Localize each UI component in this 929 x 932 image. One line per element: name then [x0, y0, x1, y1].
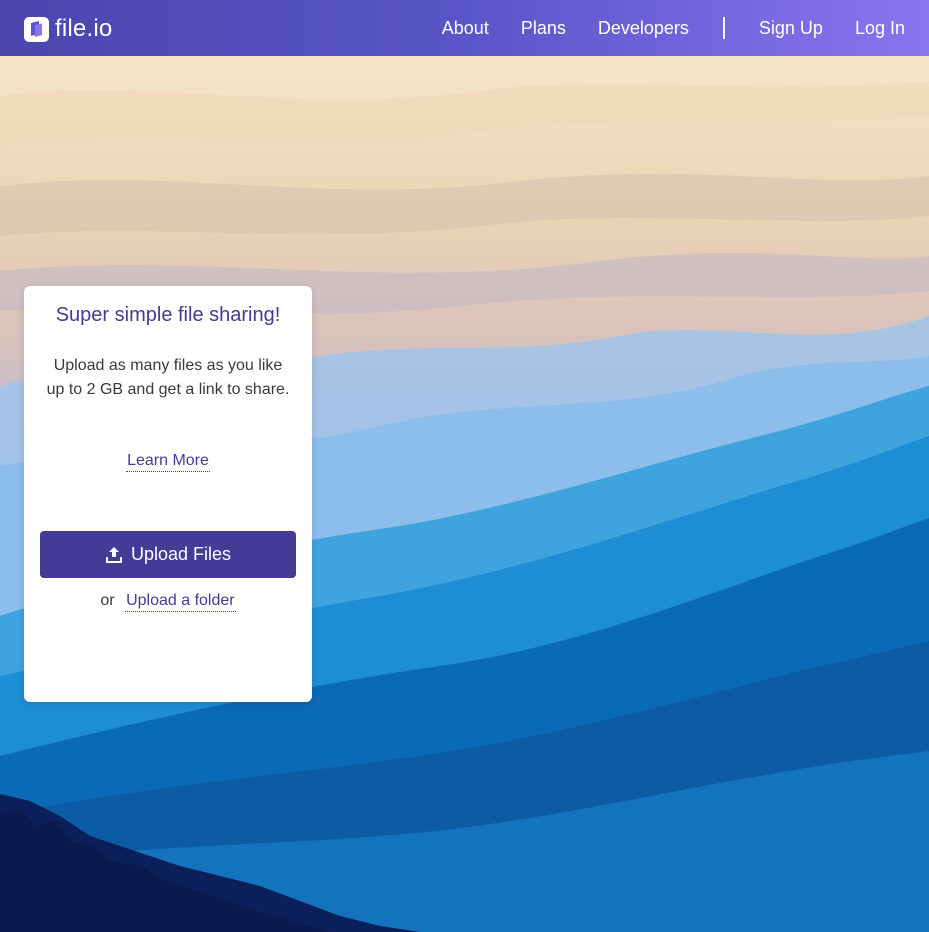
top-navigation-bar: file.io About Plans Developers Sign Up L… [0, 0, 929, 56]
logo-link[interactable]: file.io [24, 16, 112, 42]
upload-icon [105, 546, 122, 563]
card-description: Upload as many files as you like up to 2… [46, 357, 290, 398]
card-title: Super simple file sharing! [55, 304, 281, 326]
logo-text: file.io [55, 15, 113, 42]
learn-more-link[interactable]: Learn More [126, 452, 210, 472]
nav-log-in-link[interactable]: Log In [855, 18, 905, 39]
upload-files-button[interactable]: Upload Files [40, 531, 296, 578]
upload-folder-link[interactable]: Upload a folder [125, 592, 236, 612]
nav-divider [722, 17, 725, 39]
upload-files-label: Upload Files [130, 544, 232, 564]
upload-card: Super simple file sharing! Upload as man… [24, 286, 312, 702]
upload-folder-line: or Upload a folder [24, 592, 312, 612]
main-nav: About Plans Developers Sign Up Log In [442, 0, 905, 56]
nav-sign-up-link[interactable]: Sign Up [759, 18, 823, 39]
nav-about-link[interactable]: About [442, 18, 489, 39]
learn-more-container: Learn More [24, 452, 312, 472]
or-text: or [100, 592, 115, 609]
nav-developers-link[interactable]: Developers [598, 18, 689, 39]
file-io-logo-icon [24, 16, 49, 42]
nav-plans-link[interactable]: Plans [521, 18, 566, 39]
